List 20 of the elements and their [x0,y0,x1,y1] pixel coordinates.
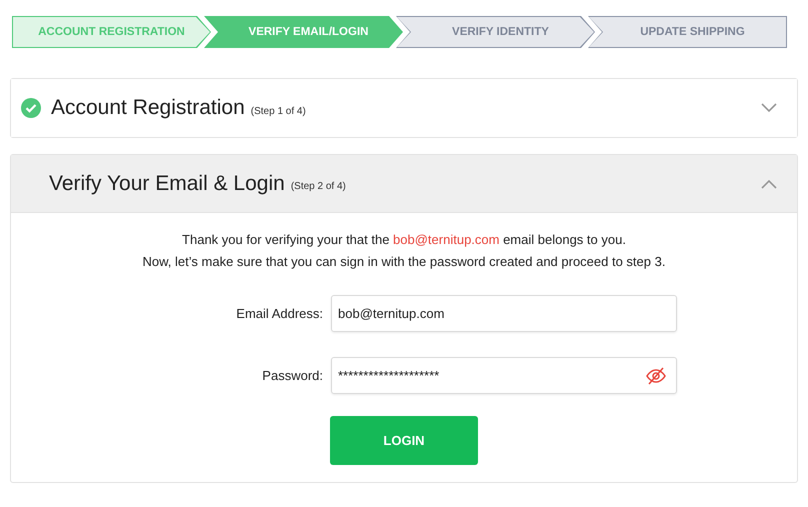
chevron-down-icon[interactable] [761,103,777,113]
section-header[interactable]: Account Registration (Step 1 of 4) [11,79,797,137]
progress-step: UPDATE SHIPPING [588,16,787,48]
section-title: Account Registration [51,96,245,120]
section-header[interactable]: Verify Your Email & Login (Step 2 of 4) [11,155,797,213]
progress-step: VERIFY IDENTITY [396,16,595,48]
password-label: Password: [261,368,323,383]
email-field[interactable]: bob@ternitup.com [331,295,677,332]
password-field[interactable]: ******************** [331,357,677,394]
step-count: (Step 2 of 4) [290,181,346,192]
check-circle-icon [21,98,41,118]
instruction-text: Thank you for verifying your that the bob@ternitup.com email belongs to you. [182,231,626,249]
eye-off-icon[interactable] [646,366,666,384]
chevron-up-icon[interactable] [761,178,777,188]
instruction-text: Now, let’s make sure that you can sign in with the password created and proceed to step 3. [142,253,666,271]
step-count: (Step 1 of 4) [250,106,306,116]
progress-step: ACCOUNT REGISTRATION [12,16,211,48]
progress-step: VERIFY EMAIL/LOGIN [204,16,403,48]
section-title: Verify Your Email & Login [49,172,285,196]
email-label: Email Address: [235,306,323,321]
